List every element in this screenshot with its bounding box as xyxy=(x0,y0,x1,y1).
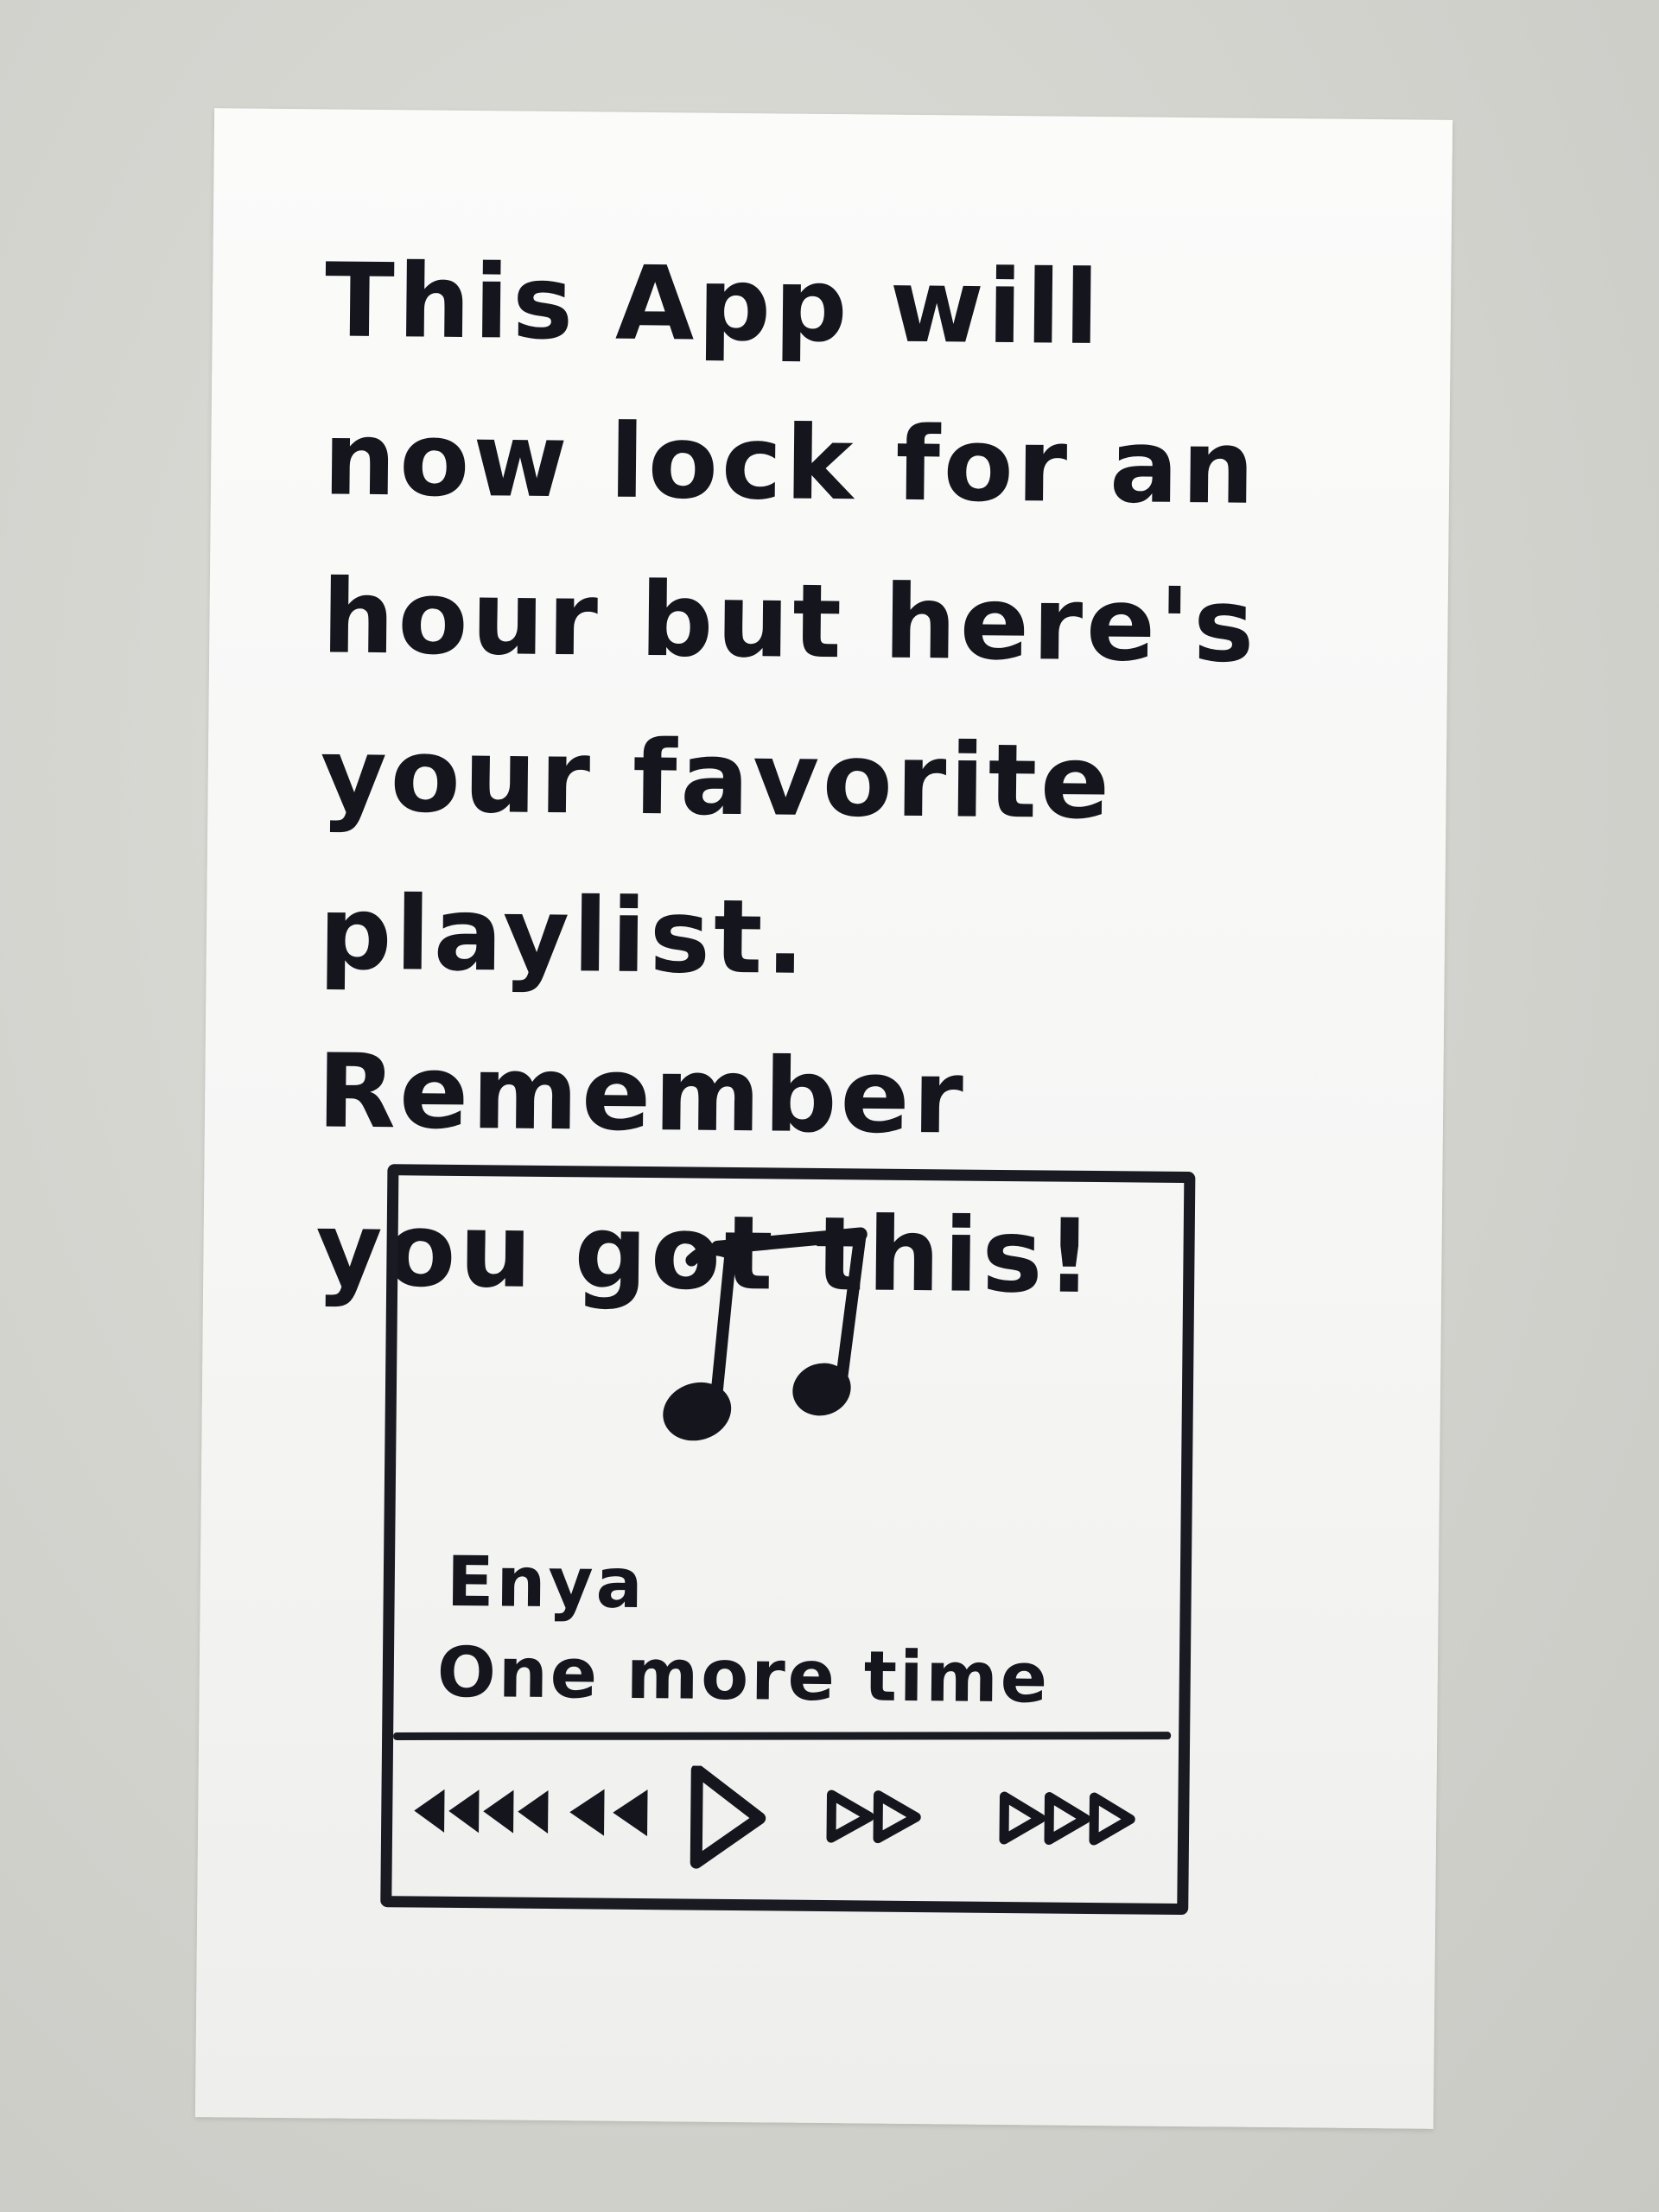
index-card: This App will now lock for an hour but h… xyxy=(194,108,1453,2129)
rewind-button[interactable] xyxy=(565,1764,670,1860)
play-button[interactable] xyxy=(677,1765,773,1869)
artist-name: Enya xyxy=(446,1541,646,1624)
rewind-icon xyxy=(569,1789,648,1837)
skip-forward-button[interactable] xyxy=(997,1769,1154,1866)
progress-divider xyxy=(393,1732,1172,1740)
play-icon xyxy=(690,1765,766,1869)
skip-back-button[interactable] xyxy=(410,1763,557,1859)
music-player: Enya One more time xyxy=(380,1164,1196,1916)
skip-back-icon xyxy=(414,1789,549,1834)
song-title: One more time xyxy=(436,1631,1051,1719)
music-note-icon xyxy=(663,1227,868,1441)
fast-forward-button[interactable] xyxy=(824,1767,938,1863)
skip-forward-icon xyxy=(999,1791,1135,1846)
fast-forward-icon xyxy=(826,1789,921,1844)
playback-controls xyxy=(392,1763,1179,1869)
